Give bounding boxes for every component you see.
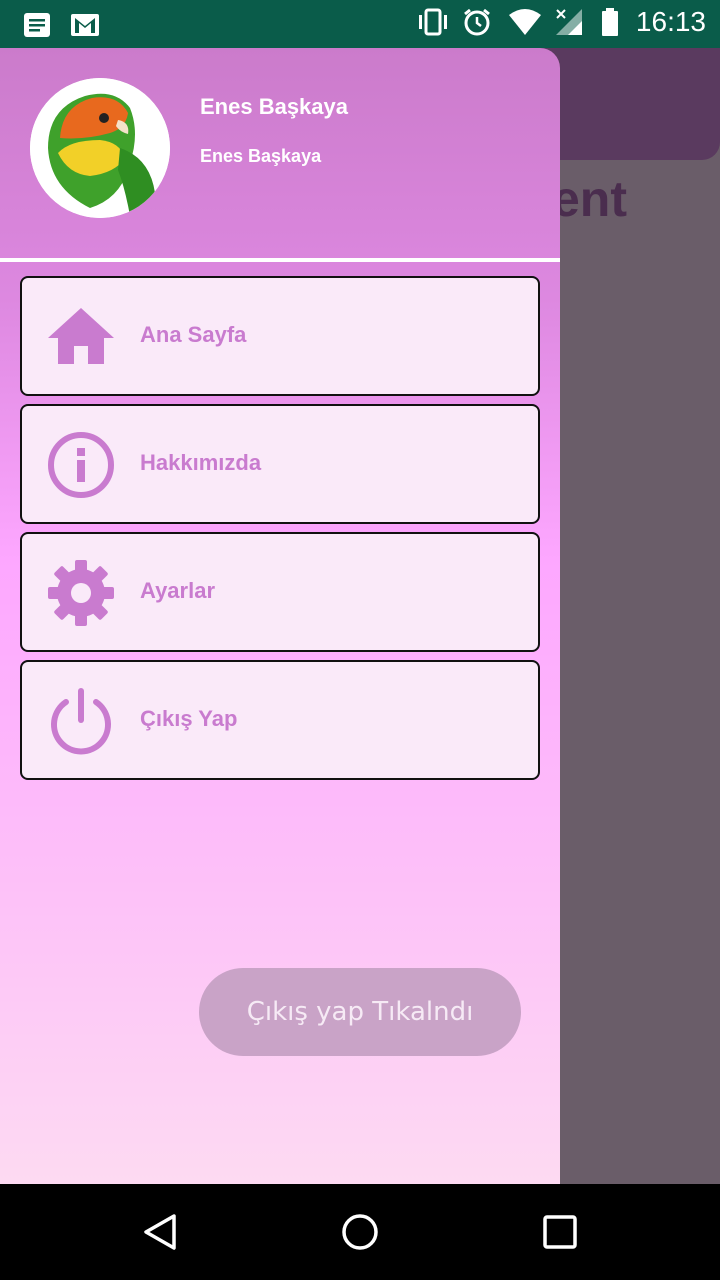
home-circle-icon[interactable] — [340, 1212, 380, 1252]
wifi-icon — [508, 7, 541, 37]
menu-item-ana-sayfa[interactable]: Ana Sayfa — [20, 276, 540, 396]
signal-icon — [554, 7, 584, 37]
toast-message: Çıkış yap Tıkalndı — [199, 968, 521, 1056]
drawer-menu: Ana Sayfa Hakkımızda Ayarlar Çıkış Yap — [20, 276, 540, 788]
battery-icon — [600, 7, 620, 37]
home-icon — [46, 302, 116, 372]
menu-item-label: Ayarlar — [140, 578, 216, 603]
menu-item-label: Ana Sayfa — [140, 322, 247, 347]
gear-icon — [46, 558, 116, 628]
status-time: 16:13 — [635, 6, 706, 37]
navigation-drawer: Enes Başkaya Enes Başkaya Ana Sayfa Hakk… — [0, 48, 560, 1184]
drawer-header: Enes Başkaya Enes Başkaya — [0, 48, 560, 258]
menu-item-cikis-yap[interactable]: Çıkış Yap — [20, 660, 540, 780]
alarm-icon — [462, 7, 492, 37]
vibrate-icon — [416, 7, 447, 37]
menu-item-ayarlar[interactable]: Ayarlar — [20, 532, 540, 652]
menu-item-hakkimizda[interactable]: Hakkımızda — [20, 404, 540, 524]
gmail-icon — [70, 10, 100, 40]
parrot-avatar[interactable] — [30, 78, 170, 218]
status-bar: 16:13 — [0, 0, 720, 48]
header-divider — [0, 258, 560, 262]
power-icon — [46, 686, 116, 756]
user-name: Enes Başkaya — [200, 94, 348, 119]
notes-icon — [22, 10, 52, 40]
nav-bar — [0, 1184, 720, 1280]
background-title: ent — [552, 171, 627, 227]
recents-icon[interactable] — [540, 1212, 580, 1252]
back-icon[interactable] — [140, 1212, 180, 1252]
info-icon — [46, 430, 116, 500]
menu-item-label: Çıkış Yap — [140, 706, 238, 731]
menu-item-label: Hakkımızda — [140, 450, 262, 475]
user-subtitle: Enes Başkaya — [200, 146, 322, 166]
